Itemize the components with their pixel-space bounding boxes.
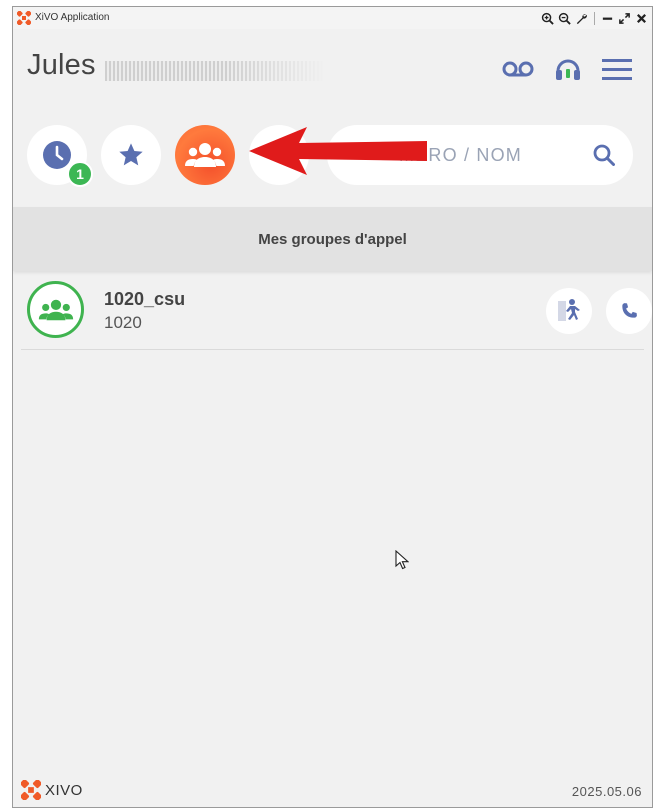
footer-logo: XIVO [21, 780, 83, 800]
headset-icon[interactable] [554, 55, 582, 83]
history-count-badge: 1 [67, 161, 93, 187]
leave-group-button[interactable] [546, 288, 592, 334]
annotation-arrow [249, 127, 427, 175]
group-number: 1020 [104, 313, 142, 332]
group-name: 1020_csu [104, 289, 186, 309]
list-item[interactable]: 1020_csu 1020 [21, 273, 652, 350]
user-name: Jules [27, 49, 96, 81]
group-avatar [27, 281, 84, 338]
voicemail-icon[interactable] [502, 59, 534, 79]
minimize-icon[interactable] [601, 12, 614, 25]
window-controls [541, 9, 648, 27]
redacted-surname [105, 61, 325, 81]
group-icon [38, 299, 73, 320]
expand-icon[interactable] [618, 12, 631, 25]
exit-person-icon [558, 299, 580, 321]
footer-logo-text: XIVO [45, 781, 83, 799]
wrench-icon[interactable] [575, 12, 588, 25]
group-list: 1020_csu 1020 [13, 273, 652, 350]
zoom-in-icon[interactable] [541, 12, 554, 25]
user-header: Jules [13, 29, 652, 113]
close-icon[interactable] [635, 12, 648, 25]
header-actions [502, 55, 632, 83]
title-bar: XiVO Application [13, 7, 652, 30]
call-button[interactable] [606, 288, 652, 334]
groups-button[interactable] [175, 125, 235, 185]
search-icon[interactable] [593, 144, 615, 166]
hamburger-menu-icon[interactable] [602, 57, 632, 81]
section-title: Mes groupes d'appel [13, 207, 652, 271]
favorites-button[interactable] [101, 125, 161, 185]
xivo-logo-icon [21, 780, 41, 800]
mouse-cursor-icon [395, 550, 409, 570]
xivo-logo-icon [17, 11, 31, 25]
star-icon [119, 143, 143, 166]
phone-icon [622, 303, 637, 318]
history-button[interactable]: 1 [27, 125, 93, 187]
app-window: XiVO Application Jules 1 MÉRO / NOM Mes … [12, 6, 653, 808]
window-title: XiVO Application [35, 12, 110, 23]
version-label: 2025.05.06 [571, 784, 642, 799]
zoom-out-icon[interactable] [558, 12, 571, 25]
group-icon [185, 143, 225, 167]
clock-icon [43, 141, 71, 169]
